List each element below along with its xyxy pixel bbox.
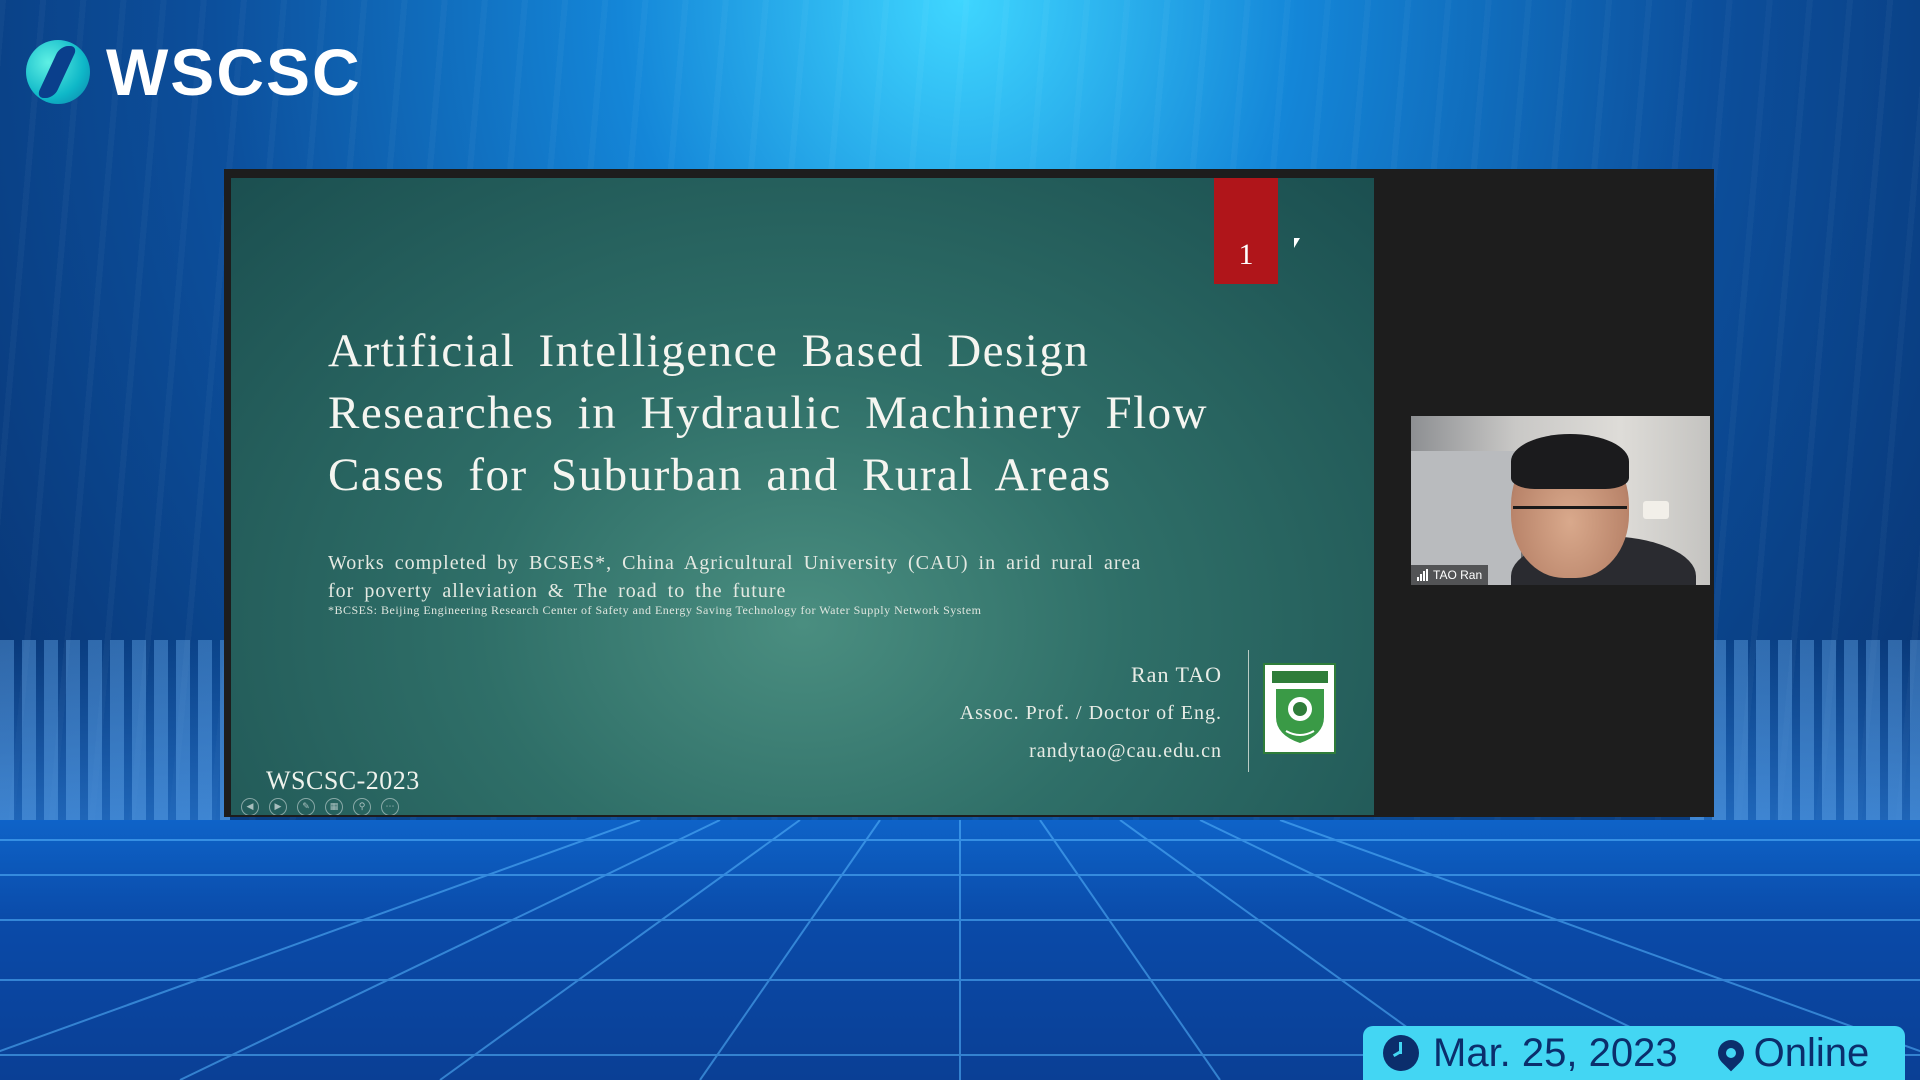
slide-footnote: *BCSES: Beijing Engineering Research Cen… (328, 603, 982, 617)
presentation-slide[interactable]: 1 Artificial Intelligence Based Design R… (231, 178, 1374, 815)
slide-subtitle: Works completed by BCSES*, China Agricul… (328, 549, 1228, 605)
background-city-right (1690, 640, 1920, 840)
subtitle-line: for poverty alleviation & The road to th… (328, 580, 787, 602)
author-title: Assoc. Prof. / Doctor of Eng. (959, 702, 1222, 724)
author-block: Ran TAO Assoc. Prof. / Doctor of Eng. ra… (960, 656, 1222, 770)
event-date: Mar. 25, 2023 (1433, 1030, 1678, 1075)
more-options-icon[interactable]: ⋯ (381, 798, 399, 815)
video-person-hair (1511, 434, 1629, 489)
author-name: Ran TAO (1131, 662, 1222, 687)
mouse-cursor-icon (1294, 238, 1300, 248)
slide-title-line: Artificial Intelligence Based Design (328, 325, 1090, 377)
prev-slide-icon[interactable]: ◀ (241, 798, 259, 815)
next-slide-icon[interactable]: ▶ (269, 798, 287, 815)
slide-number-badge: 1 (1214, 178, 1278, 284)
clock-icon (1383, 1035, 1419, 1071)
event-location: Online (1753, 1030, 1870, 1075)
video-background-lamp (1643, 501, 1669, 519)
participant-video-tile[interactable]: TAO Ran (1411, 416, 1710, 585)
slide-controls-toolbar: ◀ ▶ ✎ ▦ ⚲ ⋯ (241, 798, 399, 815)
slide-title-line: Researches in Hydraulic Machinery Flow (328, 387, 1209, 439)
background-city-left (0, 640, 230, 840)
slides-grid-icon[interactable]: ▦ (325, 798, 343, 815)
event-info-bar: Mar. 25, 2023 Online (1363, 1026, 1905, 1080)
author-email: randytao@cau.edu.cn (1029, 740, 1222, 762)
brand-mark-icon (26, 40, 90, 104)
location-pin-icon (1712, 1034, 1749, 1072)
author-divider (1248, 650, 1249, 772)
subtitle-line: Works completed by BCSES*, China Agricul… (328, 552, 1142, 574)
meeting-window: 1 Artificial Intelligence Based Design R… (224, 169, 1714, 817)
slide-title-line: Cases for Suburban and Rural Areas (328, 449, 1112, 501)
signal-strength-icon (1417, 569, 1428, 581)
participant-name-label: TAO Ran (1411, 565, 1489, 585)
zoom-icon[interactable]: ⚲ (353, 798, 371, 815)
university-logo (1263, 663, 1336, 754)
brand-logo: WSCSC (26, 35, 362, 109)
pen-icon[interactable]: ✎ (297, 798, 315, 815)
slide-title: Artificial Intelligence Based Design Res… (328, 320, 1288, 506)
slide-footer-label: WSCSC-2023 (266, 766, 420, 795)
video-person-glasses (1513, 506, 1627, 533)
participant-name: TAO Ran (1433, 568, 1483, 582)
brand-name: WSCSC (106, 35, 362, 109)
